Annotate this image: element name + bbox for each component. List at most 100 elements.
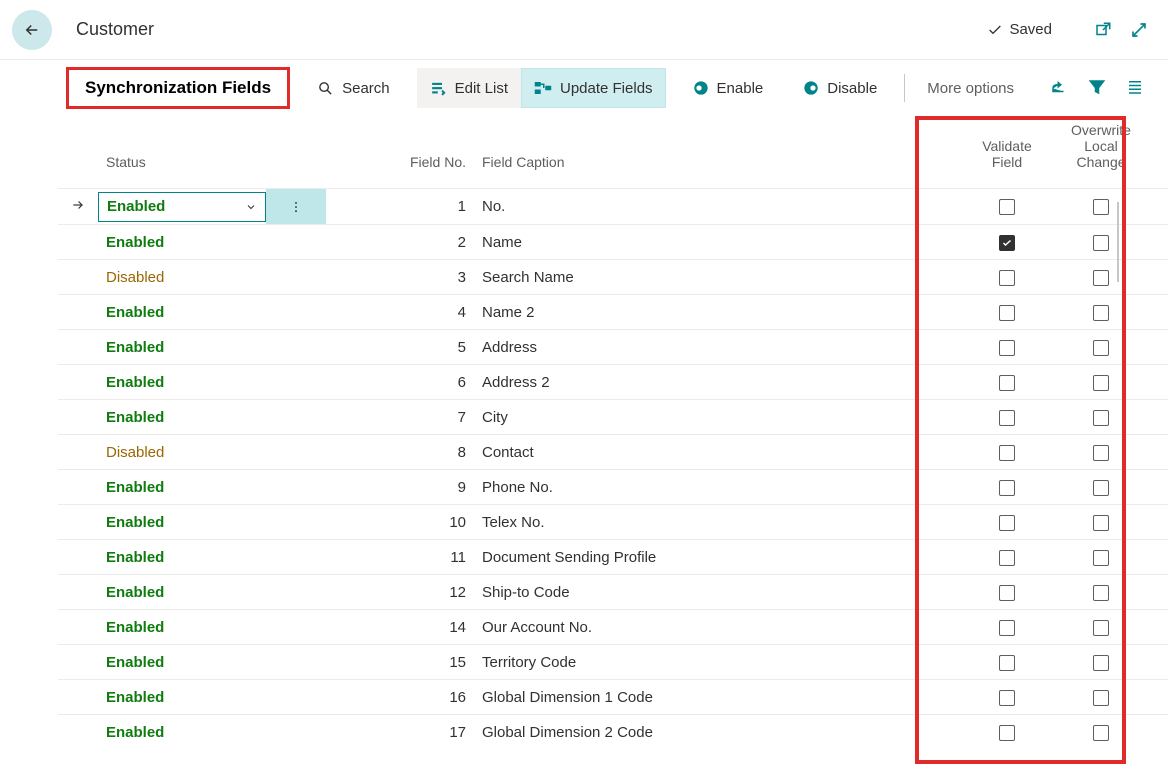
validate-field-checkbox[interactable] bbox=[999, 515, 1015, 531]
status-value[interactable]: Disabled bbox=[106, 269, 164, 286]
validate-field-checkbox[interactable] bbox=[999, 199, 1015, 215]
col-status[interactable]: Status bbox=[98, 116, 266, 189]
field-no-value: 6 bbox=[326, 365, 474, 400]
validate-field-checkbox[interactable] bbox=[999, 585, 1015, 601]
status-value[interactable]: Enabled bbox=[106, 689, 164, 706]
table-row[interactable]: Enabled14Our Account No. bbox=[58, 610, 1168, 645]
status-value[interactable]: Enabled bbox=[106, 654, 164, 671]
status-value[interactable]: Enabled bbox=[106, 304, 164, 321]
overwrite-local-checkbox[interactable] bbox=[1093, 305, 1109, 321]
validate-field-checkbox[interactable] bbox=[999, 480, 1015, 496]
table-row[interactable]: Enabled4Name 2 bbox=[58, 295, 1168, 330]
table-row[interactable]: Enabled9Phone No. bbox=[58, 470, 1168, 505]
toolbar-separator bbox=[904, 74, 905, 102]
popout-button[interactable] bbox=[1094, 21, 1112, 39]
enable-button[interactable]: Enable bbox=[680, 68, 777, 108]
table-row[interactable]: Enabled10Telex No. bbox=[58, 505, 1168, 540]
overwrite-local-checkbox[interactable] bbox=[1093, 655, 1109, 671]
command-bar: Synchronization Fields Search Edit List … bbox=[0, 60, 1168, 116]
table-row[interactable]: Enabled1No. bbox=[58, 189, 1168, 225]
status-value[interactable]: Enabled bbox=[106, 549, 164, 566]
field-no-value: 5 bbox=[326, 330, 474, 365]
table-row[interactable]: Enabled 6Address 2 bbox=[58, 365, 1168, 400]
status-value[interactable]: Enabled bbox=[106, 479, 164, 496]
edit-list-icon bbox=[430, 80, 447, 97]
table-row[interactable]: Enabled17Global Dimension 2 Code bbox=[58, 715, 1168, 750]
validate-field-checkbox[interactable] bbox=[999, 445, 1015, 461]
validate-field-checkbox[interactable] bbox=[999, 235, 1015, 251]
validate-field-checkbox[interactable] bbox=[999, 375, 1015, 391]
update-fields-icon bbox=[534, 81, 552, 95]
table-row[interactable]: Enabled12Ship-to Code bbox=[58, 575, 1168, 610]
status-value[interactable]: Enabled bbox=[106, 409, 164, 426]
table-row[interactable]: Enabled16Global Dimension 1 Code bbox=[58, 680, 1168, 715]
status-value[interactable]: Disabled bbox=[106, 444, 164, 461]
saved-label: Saved bbox=[1009, 21, 1052, 38]
table-row[interactable]: Enabled15Territory Code bbox=[58, 645, 1168, 680]
table-row[interactable]: Disabled8Contact bbox=[58, 435, 1168, 470]
status-value[interactable]: Enabled bbox=[106, 584, 164, 601]
overwrite-local-checkbox[interactable] bbox=[1093, 585, 1109, 601]
status-dropdown[interactable]: Enabled bbox=[98, 192, 266, 222]
back-button[interactable] bbox=[12, 10, 52, 50]
validate-field-checkbox[interactable] bbox=[999, 305, 1015, 321]
table-row[interactable]: Enabled11Document Sending Profile bbox=[58, 540, 1168, 575]
share-button[interactable] bbox=[1050, 78, 1068, 99]
chevron-down-icon bbox=[245, 201, 257, 213]
overwrite-local-checkbox[interactable] bbox=[1093, 199, 1109, 215]
validate-field-checkbox[interactable] bbox=[999, 655, 1015, 671]
list-icon bbox=[1126, 78, 1144, 96]
table-row[interactable]: Disabled3Search Name bbox=[58, 260, 1168, 295]
overwrite-local-checkbox[interactable] bbox=[1093, 340, 1109, 356]
overwrite-local-checkbox[interactable] bbox=[1093, 270, 1109, 286]
overwrite-local-checkbox[interactable] bbox=[1093, 445, 1109, 461]
col-validate-field[interactable]: Validate Field bbox=[958, 116, 1056, 189]
col-field-caption[interactable]: Field Caption bbox=[474, 116, 958, 189]
overwrite-local-checkbox[interactable] bbox=[1093, 410, 1109, 426]
check-icon bbox=[987, 22, 1003, 38]
table-row[interactable]: Enabled5Address bbox=[58, 330, 1168, 365]
overwrite-local-checkbox[interactable] bbox=[1093, 375, 1109, 391]
validate-field-checkbox[interactable] bbox=[999, 690, 1015, 706]
more-options-button[interactable]: More options bbox=[919, 80, 1022, 97]
field-no-value: 11 bbox=[326, 540, 474, 575]
overwrite-local-checkbox[interactable] bbox=[1093, 620, 1109, 636]
status-value[interactable]: Enabled bbox=[106, 339, 164, 356]
filter-button[interactable] bbox=[1088, 78, 1106, 99]
arrow-left-icon bbox=[23, 21, 41, 39]
overwrite-local-checkbox[interactable] bbox=[1093, 480, 1109, 496]
col-overwrite-local[interactable]: Overwrite Local Change bbox=[1056, 116, 1168, 189]
list-settings-button[interactable] bbox=[1126, 78, 1144, 99]
search-button[interactable]: Search bbox=[304, 68, 403, 108]
disable-button[interactable]: Disable bbox=[790, 68, 890, 108]
field-caption-value: Territory Code bbox=[474, 645, 958, 680]
overwrite-local-checkbox[interactable] bbox=[1093, 550, 1109, 566]
validate-field-checkbox[interactable] bbox=[999, 270, 1015, 286]
field-no-value: 8 bbox=[326, 435, 474, 470]
validate-field-checkbox[interactable] bbox=[999, 620, 1015, 636]
validate-field-checkbox[interactable] bbox=[999, 725, 1015, 741]
validate-field-checkbox[interactable] bbox=[999, 340, 1015, 356]
field-caption-value: Address 2 bbox=[474, 365, 958, 400]
overwrite-local-checkbox[interactable] bbox=[1093, 235, 1109, 251]
status-value[interactable]: Enabled bbox=[106, 234, 164, 251]
status-value[interactable]: Enabled bbox=[106, 514, 164, 531]
validate-field-checkbox[interactable] bbox=[999, 410, 1015, 426]
status-value[interactable]: Enabled bbox=[106, 374, 164, 391]
overwrite-local-checkbox[interactable] bbox=[1093, 515, 1109, 531]
expand-button[interactable] bbox=[1130, 21, 1148, 39]
validate-field-checkbox[interactable] bbox=[999, 550, 1015, 566]
update-fields-button[interactable]: Update Fields bbox=[521, 68, 666, 108]
share-icon bbox=[1050, 78, 1068, 96]
overwrite-local-checkbox[interactable] bbox=[1093, 725, 1109, 741]
overwrite-local-checkbox[interactable] bbox=[1093, 690, 1109, 706]
edit-list-button[interactable]: Edit List bbox=[417, 68, 521, 108]
scrollbar-track[interactable] bbox=[1117, 202, 1119, 282]
row-actions-button[interactable] bbox=[266, 189, 326, 224]
table-row[interactable]: Enabled7City bbox=[58, 400, 1168, 435]
col-field-no[interactable]: Field No. bbox=[326, 116, 474, 189]
status-value[interactable]: Enabled bbox=[106, 619, 164, 636]
table-row[interactable]: Enabled2Name bbox=[58, 225, 1168, 260]
more-vertical-icon bbox=[289, 198, 303, 216]
status-value[interactable]: Enabled bbox=[106, 724, 164, 741]
